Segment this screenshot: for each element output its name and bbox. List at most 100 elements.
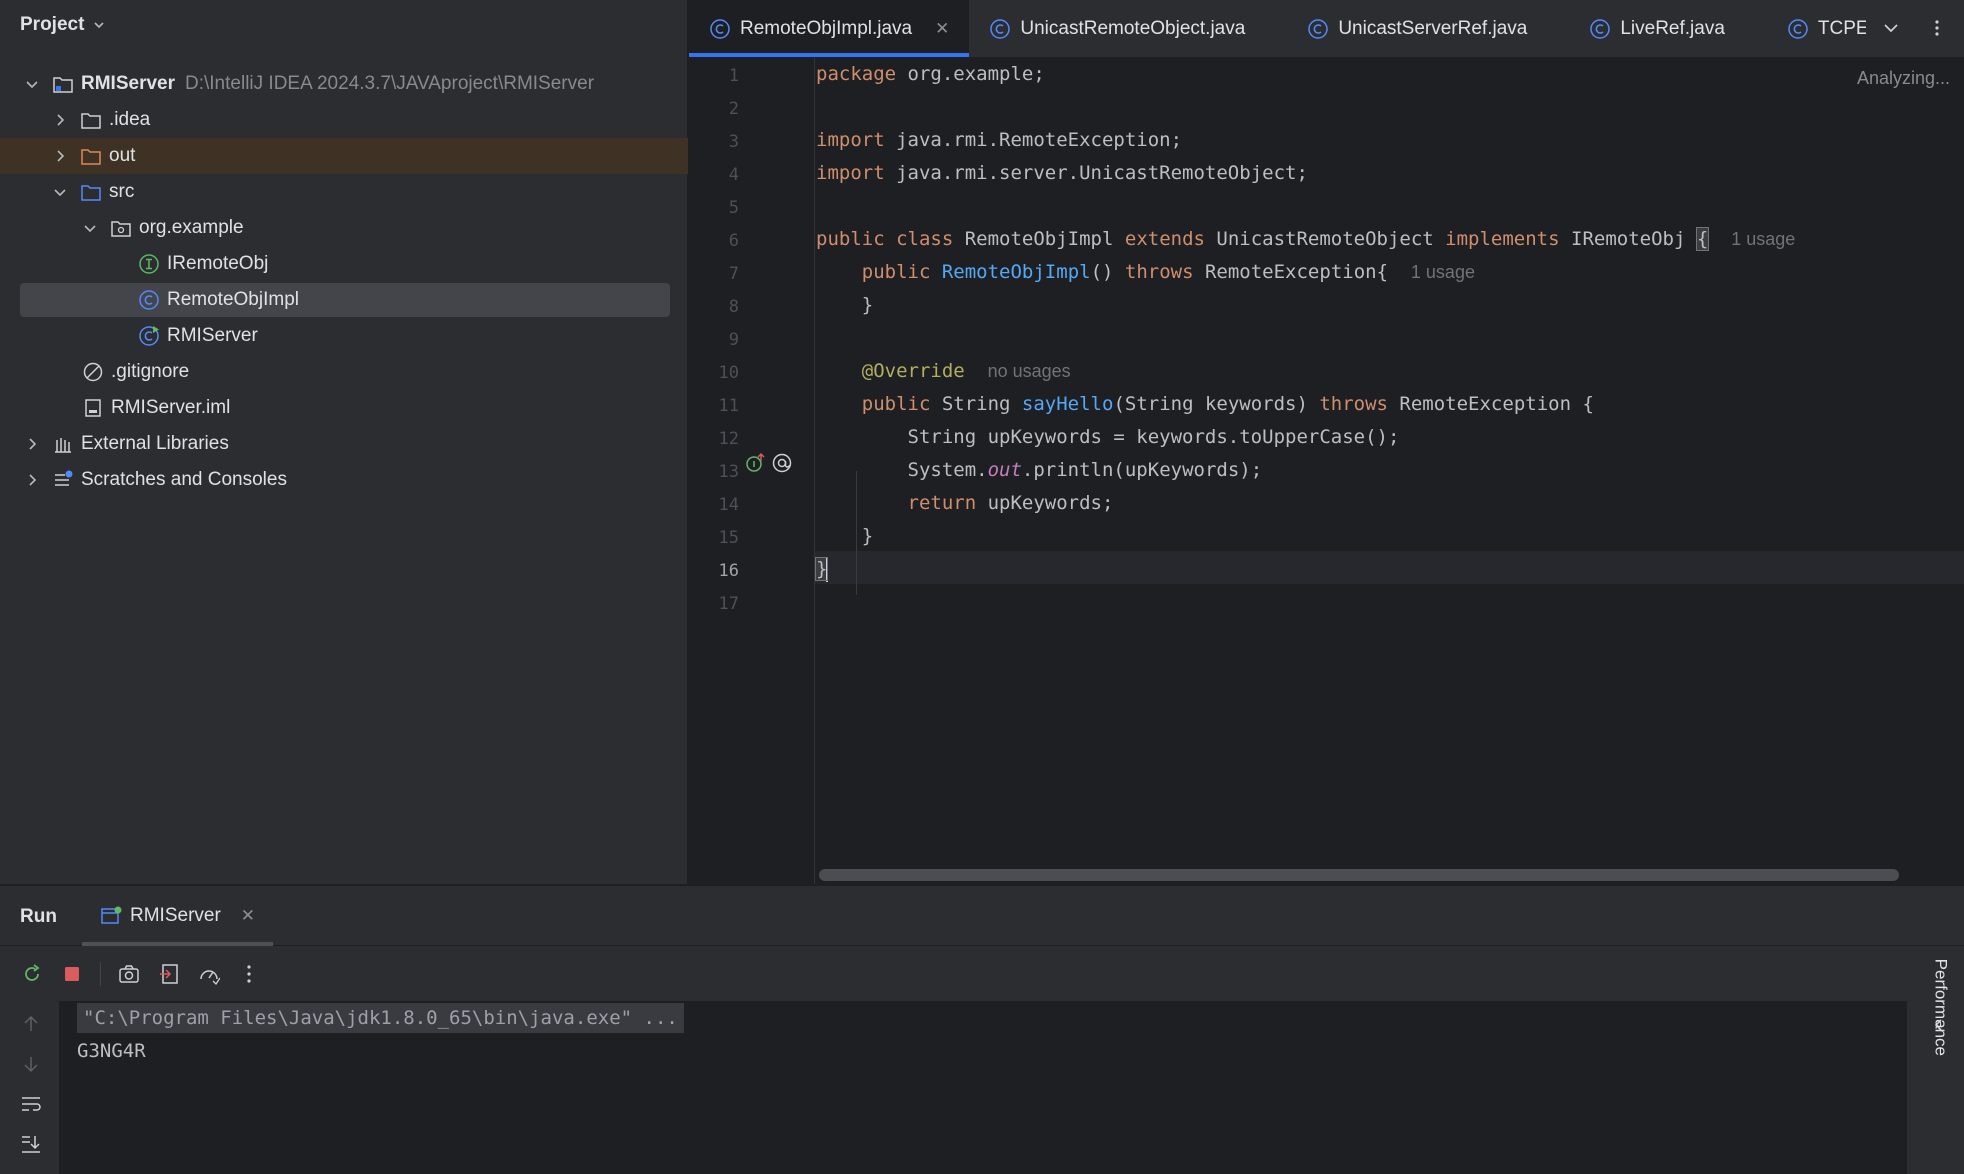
code-line-10[interactable]: @Override no usages: [816, 355, 1964, 388]
tree-item-external-libraries[interactable]: External Libraries: [0, 426, 688, 462]
code-line-12[interactable]: String upKeywords = keywords.toUpperCase…: [816, 421, 1964, 454]
annotation-at-icon[interactable]: [771, 452, 793, 474]
line-number[interactable]: 10: [689, 363, 739, 383]
project-view-selector[interactable]: Project: [20, 14, 106, 36]
tree-item-idea[interactable]: .idea: [0, 102, 688, 138]
tab-label: RemoteObjImpl.java: [740, 17, 913, 39]
code-text: }: [861, 294, 874, 316]
chevron-right-icon[interactable]: [52, 148, 68, 164]
line-number[interactable]: 14: [689, 495, 739, 515]
console-output-line[interactable]: G3NG4R: [77, 1036, 146, 1066]
scroll-to-end-icon[interactable]: [20, 1133, 42, 1155]
tree-item-rmiserver-class[interactable]: RMIServer: [0, 318, 688, 354]
code-line-13[interactable]: System.out.println(upKeywords);: [816, 454, 1964, 487]
line-number[interactable]: 11: [689, 396, 739, 416]
keyword-package: package: [816, 63, 897, 85]
code-line-4[interactable]: import java.rmi.server.UnicastRemoteObje…: [816, 157, 1964, 190]
chevron-right-icon[interactable]: [24, 472, 40, 488]
line-number[interactable]: 16: [689, 561, 739, 581]
soft-wrap-icon[interactable]: [20, 1093, 42, 1115]
code-line-8[interactable]: }: [816, 289, 1964, 322]
tree-item-scratches[interactable]: Scratches and Consoles: [0, 462, 688, 498]
code-line-11[interactable]: public String sayHello(String keywords) …: [816, 388, 1964, 421]
code-line-16[interactable]: }: [814, 553, 1964, 586]
project-tree: RMIServer D:\IntelliJ IDEA 2024.3.7\JAVA…: [0, 66, 688, 498]
arrow-down-icon[interactable]: [20, 1053, 42, 1075]
right-tool-strip: Performance: [1910, 959, 1964, 1174]
method-name: sayHello: [1021, 393, 1114, 415]
tree-item-src[interactable]: src: [0, 174, 688, 210]
line-number[interactable]: 5: [689, 198, 739, 218]
tree-item-rmiserver-root[interactable]: RMIServer D:\IntelliJ IDEA 2024.3.7\JAVA…: [0, 66, 688, 102]
line-number[interactable]: 7: [689, 264, 739, 284]
line-number[interactable]: 13: [689, 462, 739, 482]
tree-item-iremoteobj[interactable]: IRemoteObj: [0, 246, 688, 282]
keyword-import: import: [816, 162, 885, 184]
close-icon[interactable]: ✕: [241, 906, 255, 926]
code-line-14[interactable]: return upKeywords;: [816, 487, 1964, 520]
chevron-right-icon[interactable]: [24, 436, 40, 452]
tree-item-label: IRemoteObj: [167, 253, 269, 274]
chevron-down-icon[interactable]: [24, 76, 40, 92]
tab-label: UnicastServerRef.java: [1338, 17, 1528, 39]
more-vertical-icon[interactable]: [237, 962, 261, 986]
chevron-down-icon[interactable]: [52, 184, 68, 200]
close-icon[interactable]: ✕: [935, 19, 949, 39]
stop-icon[interactable]: [60, 962, 84, 986]
usage-hint[interactable]: 1 usage: [1411, 262, 1475, 282]
code-line-15[interactable]: }: [816, 520, 1964, 553]
chevron-right-icon[interactable]: [52, 112, 68, 128]
tab-unicastremoteobject[interactable]: UnicastRemoteObject.java: [969, 0, 1265, 57]
chevron-down-icon[interactable]: [1882, 19, 1900, 37]
keyword-public-class: public class: [816, 228, 954, 250]
more-vertical-icon[interactable]: [1928, 19, 1946, 37]
code-text: (String keywords): [1113, 393, 1320, 415]
tab-unicastserverref[interactable]: UnicastServerRef.java: [1265, 0, 1547, 57]
line-number[interactable]: 12: [689, 429, 739, 449]
module-folder-icon: [52, 73, 74, 95]
code-text: IRemoteObj: [1559, 228, 1697, 250]
tree-item-rmiserver-iml[interactable]: RMIServer.iml: [0, 390, 688, 426]
performance-tab[interactable]: Performance: [1930, 959, 1950, 1056]
editor-area: RemoteObjImpl.java ✕ UnicastRemoteObject…: [689, 0, 1964, 884]
line-number[interactable]: 17: [689, 594, 739, 614]
camera-icon[interactable]: [117, 962, 141, 986]
ignore-file-icon: [82, 361, 104, 383]
code-line-7[interactable]: public RemoteObjImpl() throws RemoteExce…: [816, 256, 1964, 289]
code-text: (): [1090, 261, 1125, 283]
tab-label: LiveRef.java: [1620, 17, 1725, 39]
run-tab-rmiserver[interactable]: RMIServer ✕: [82, 886, 274, 946]
usage-hint[interactable]: 1 usage: [1731, 229, 1795, 249]
line-number[interactable]: 15: [689, 528, 739, 548]
line-number[interactable]: 1: [689, 66, 739, 86]
rerun-icon[interactable]: [20, 962, 44, 986]
tab-liveref[interactable]: LiveRef.java: [1547, 0, 1745, 57]
chevron-down-icon[interactable]: [82, 220, 98, 236]
code-line-6[interactable]: public class RemoteObjImpl extends Unica…: [816, 223, 1964, 256]
tree-item-remoteobjimpl[interactable]: RemoteObjImpl: [0, 282, 688, 318]
horizontal-scrollbar[interactable]: [819, 869, 1899, 881]
code-editor[interactable]: package org.example; import java.rmi.Rem…: [814, 58, 1964, 884]
tab-remoteobjimpl[interactable]: RemoteObjImpl.java ✕: [689, 0, 970, 57]
implements-method-icon[interactable]: [745, 452, 767, 474]
code-line-3[interactable]: import java.rmi.RemoteException;: [816, 124, 1964, 157]
restore-layout-icon[interactable]: [157, 962, 181, 986]
chevron-down-icon: [94, 22, 104, 29]
code-text: RemoteException {: [1387, 393, 1594, 415]
arrow-up-icon[interactable]: [20, 1013, 42, 1035]
tree-item-out[interactable]: out: [0, 138, 688, 174]
line-number[interactable]: 4: [689, 165, 739, 185]
tree-item-org-example[interactable]: org.example: [0, 210, 688, 246]
line-number[interactable]: 8: [689, 297, 739, 317]
line-number[interactable]: 2: [689, 99, 739, 119]
console-output[interactable]: "C:\Program Files\Java\jdk1.8.0_65\bin\j…: [59, 1001, 1907, 1174]
console-command-line[interactable]: "C:\Program Files\Java\jdk1.8.0_65\bin\j…: [77, 1003, 684, 1033]
line-number[interactable]: 6: [689, 231, 739, 251]
editor-tab-bar: RemoteObjImpl.java ✕ UnicastRemoteObject…: [689, 0, 1964, 58]
line-number[interactable]: 3: [689, 132, 739, 152]
code-line-1[interactable]: package org.example;: [816, 58, 1964, 91]
usage-hint[interactable]: no usages: [988, 361, 1071, 381]
profiler-gauge-icon[interactable]: [197, 962, 221, 986]
line-number[interactable]: 9: [689, 330, 739, 350]
tree-item-gitignore[interactable]: .gitignore: [0, 354, 688, 390]
